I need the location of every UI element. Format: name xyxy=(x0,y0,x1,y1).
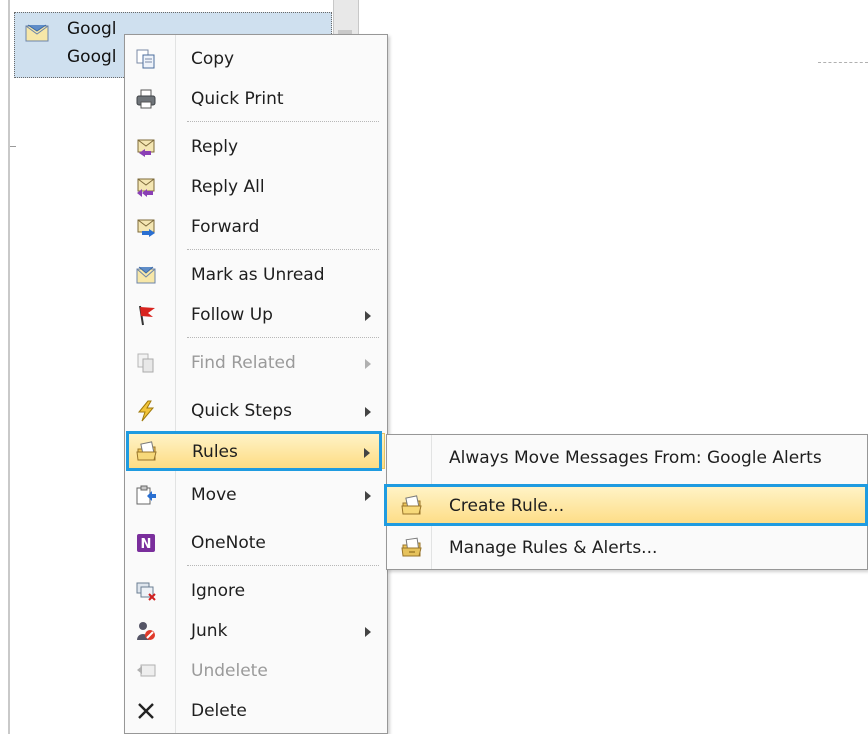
menu-item-reply[interactable]: Reply xyxy=(127,129,385,165)
reading-pane-divider xyxy=(818,62,868,63)
menu-item-quick-print[interactable]: Quick Print xyxy=(127,81,385,117)
copy-icon xyxy=(136,49,155,69)
menu-item-move[interactable]: Move xyxy=(127,477,385,513)
submenu-item-label: Always Move Messages From: Google Alerts xyxy=(449,448,822,468)
submenu-arrow-icon xyxy=(365,491,371,501)
menu-item-delete[interactable]: Delete xyxy=(127,693,385,729)
delete-x-icon xyxy=(138,703,154,719)
menu-item-label: Reply All xyxy=(191,177,265,197)
context-menu: Copy Quick Print Reply Reply All Forward… xyxy=(124,34,388,734)
ignore-icon xyxy=(136,582,156,601)
submenu-item-label: Manage Rules & Alerts... xyxy=(449,538,658,558)
menu-item-label: Reply xyxy=(191,137,239,157)
menu-separator xyxy=(187,121,379,122)
submenu-arrow-icon xyxy=(365,311,371,321)
submenu-arrow-icon xyxy=(365,627,371,637)
envelope-icon xyxy=(25,24,49,42)
print-icon xyxy=(136,89,156,109)
submenu-item-always-move[interactable]: Always Move Messages From: Google Alerts xyxy=(387,439,868,477)
menu-item-label: Junk xyxy=(191,621,228,641)
junk-icon xyxy=(137,622,155,640)
menu-item-junk[interactable]: Junk xyxy=(127,613,385,649)
undelete-icon xyxy=(137,664,156,677)
menu-item-label: Copy xyxy=(191,49,235,69)
list-tick xyxy=(10,146,16,147)
create-rule-highlight-frame xyxy=(384,484,868,526)
menu-item-undelete[interactable]: Undelete xyxy=(127,653,385,689)
menu-item-label: Quick Steps xyxy=(191,401,293,421)
flag-icon xyxy=(139,305,155,326)
menu-item-follow-up[interactable]: Follow Up xyxy=(127,297,385,333)
menu-item-reply-all[interactable]: Reply All xyxy=(127,169,385,205)
submenu-item-manage-rules[interactable]: Manage Rules & Alerts... xyxy=(387,529,868,567)
lightning-icon xyxy=(137,400,155,422)
menu-item-label: Delete xyxy=(191,701,247,721)
menu-item-quick-steps[interactable]: Quick Steps xyxy=(127,393,385,429)
submenu-arrow-icon xyxy=(365,359,371,369)
menu-separator xyxy=(187,565,379,566)
menu-item-forward[interactable]: Forward xyxy=(127,209,385,245)
menu-item-label: Follow Up xyxy=(191,305,273,325)
menu-item-onenote[interactable]: N OneNote xyxy=(127,525,385,561)
menu-separator xyxy=(187,337,379,338)
forward-icon xyxy=(137,219,155,237)
message-sender-line2: Googl xyxy=(67,47,117,67)
menu-item-label: Find Related xyxy=(191,353,296,373)
list-left-border xyxy=(8,0,10,734)
submenu-arrow-icon xyxy=(365,407,371,417)
message-sender: Googl xyxy=(67,19,117,39)
menu-item-ignore[interactable]: Ignore xyxy=(127,573,385,609)
menu-item-label: Mark as Unread xyxy=(191,265,325,285)
menu-item-label: Quick Print xyxy=(191,89,284,109)
onenote-icon: N xyxy=(137,534,155,552)
menu-item-label: Undelete xyxy=(191,661,268,681)
menu-item-label: Ignore xyxy=(191,581,246,601)
svg-text:N: N xyxy=(141,537,152,552)
find-related-icon xyxy=(137,353,154,373)
move-icon xyxy=(136,485,156,505)
mark-unread-icon xyxy=(136,266,156,284)
rules-highlight-frame xyxy=(126,431,382,471)
menu-item-copy[interactable]: Copy xyxy=(127,41,385,77)
menu-item-label: Move xyxy=(191,485,237,505)
menu-item-label: Forward xyxy=(191,217,260,237)
menu-item-mark-as-unread[interactable]: Mark as Unread xyxy=(127,257,385,293)
reply-all-icon xyxy=(137,178,155,197)
menu-item-label: OneNote xyxy=(191,533,266,553)
manage-rules-icon xyxy=(401,537,422,557)
menu-separator xyxy=(187,249,379,250)
menu-item-find-related[interactable]: Find Related xyxy=(127,345,385,381)
reply-icon xyxy=(137,139,155,157)
